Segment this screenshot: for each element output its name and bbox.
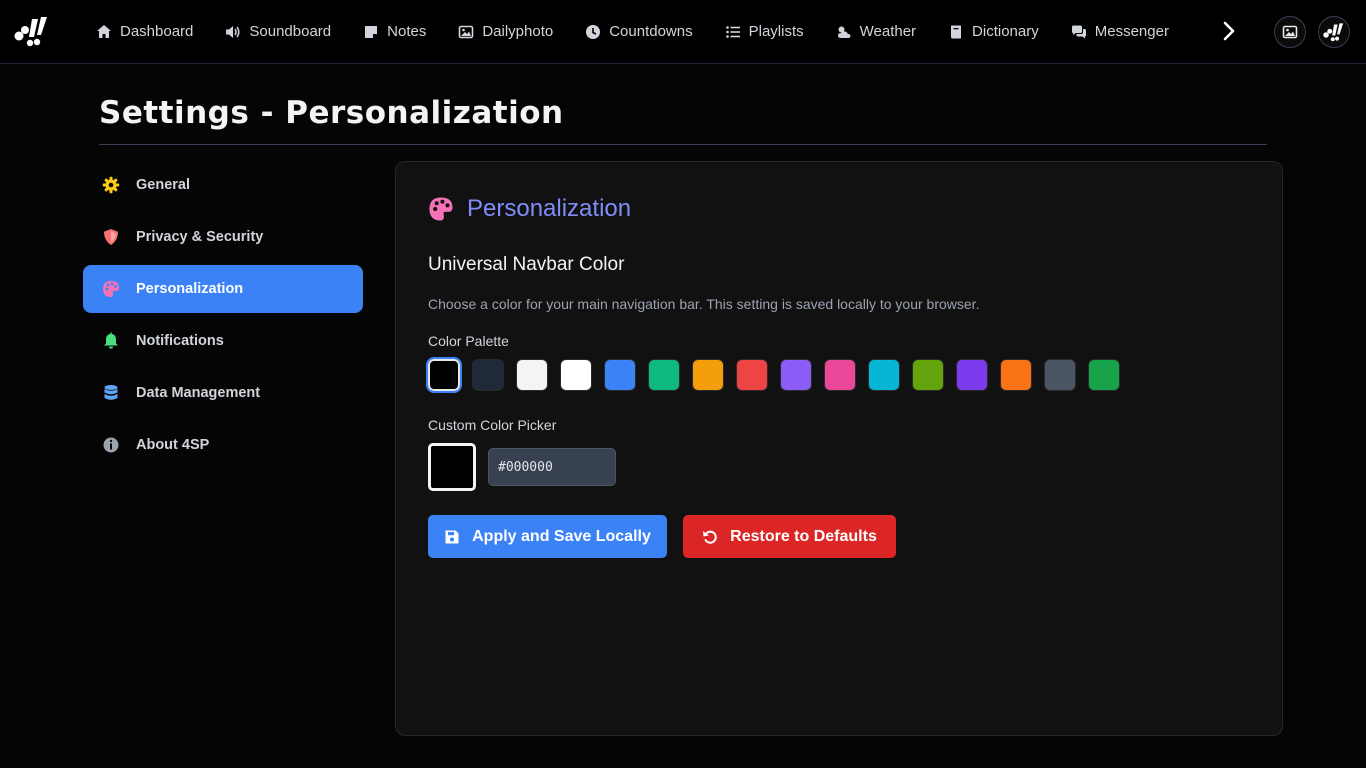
sidebar-item-label: Notifications [136, 333, 224, 349]
nav-tab-dailyphoto[interactable]: Dailyphoto [442, 14, 569, 50]
chat-icon [1071, 25, 1086, 38]
sidebar-item-notifications[interactable]: Notifications [83, 317, 363, 365]
personalization-panel: Personalization Universal Navbar Color C… [395, 161, 1283, 736]
color-swatch[interactable] [868, 359, 900, 391]
section-title: Universal Navbar Color [428, 254, 625, 275]
color-swatch[interactable] [692, 359, 724, 391]
sidebar-item-label: Personalization [136, 281, 244, 297]
color-swatch[interactable] [604, 359, 636, 391]
sidebar-item-privacy-security[interactable]: Privacy & Security [83, 213, 363, 261]
clock-icon [586, 24, 601, 39]
title-divider [99, 144, 1267, 145]
profile-avatar-button[interactable] [1318, 16, 1350, 48]
panel-header: Personalization [428, 195, 631, 223]
picker-label: Custom Color Picker [428, 417, 557, 433]
color-palette [426, 357, 1120, 393]
nav-tab-notes[interactable]: Notes [347, 14, 442, 50]
sidebar-item-label: About 4SP [136, 437, 210, 453]
nav-tab-playlists[interactable]: Playlists [709, 14, 820, 50]
note-icon [365, 25, 378, 38]
undo-icon [703, 530, 717, 544]
restore-defaults-button[interactable]: Restore to Defaults [683, 515, 896, 558]
palette-label: Color Palette [428, 333, 509, 349]
nav-tab-soundboard[interactable]: Soundboard [209, 14, 347, 50]
nav-tab-label: Weather [859, 23, 917, 40]
app-logo-icon[interactable] [14, 15, 50, 49]
nav-tab-label: Dashboard [120, 23, 194, 40]
color-swatch[interactable] [912, 359, 944, 391]
apply-save-button[interactable]: Apply and Save Locally [428, 515, 667, 558]
sidebar-item-general[interactable]: General [83, 161, 363, 209]
color-swatch[interactable] [472, 359, 504, 391]
page-title: Settings - Personalization [99, 95, 564, 131]
palette-icon [429, 197, 453, 221]
hex-color-input[interactable] [488, 448, 616, 486]
section-description: Choose a color for your main navigation … [428, 296, 980, 312]
nav-tab-label: Dictionary [972, 23, 1039, 40]
custom-color-picker[interactable] [428, 443, 476, 491]
chevron-right-icon[interactable] [1217, 19, 1241, 43]
panel-title: Personalization [467, 195, 632, 222]
navbar: Dashboard Soundboard Notes Dailyphoto Co… [0, 0, 1366, 64]
home-icon [97, 24, 111, 38]
color-swatch[interactable] [956, 359, 988, 391]
sidebar-item-label: Data Management [136, 385, 261, 401]
nav-tab-label: Messenger [1094, 23, 1169, 40]
nav-tab-dashboard[interactable]: Dashboard [80, 14, 209, 50]
color-swatch[interactable] [824, 359, 856, 391]
image-icon [1282, 25, 1298, 39]
color-swatch[interactable] [560, 359, 592, 391]
list-icon [725, 25, 740, 38]
color-swatch[interactable] [516, 359, 548, 391]
color-swatch[interactable] [1044, 359, 1076, 391]
gallery-button[interactable] [1274, 16, 1306, 48]
settings-sidebar: General Privacy & Security Personalizati… [83, 161, 363, 473]
color-swatch[interactable] [1000, 359, 1032, 391]
nav-tabs: Dashboard Soundboard Notes Dailyphoto Co… [80, 0, 1230, 63]
save-icon [445, 530, 459, 543]
sidebar-item-about[interactable]: About 4SP [83, 421, 363, 469]
color-swatch[interactable] [736, 359, 768, 391]
palette-icon [103, 281, 119, 297]
info-icon [103, 437, 119, 453]
nav-tab-messenger[interactable]: Messenger [1055, 14, 1185, 50]
gear-icon [102, 176, 120, 194]
app-logo-icon [1323, 22, 1344, 41]
image-icon [459, 25, 474, 38]
nav-tab-label: Soundboard [249, 23, 332, 40]
apply-save-label: Apply and Save Locally [472, 527, 651, 545]
color-swatch[interactable] [780, 359, 812, 391]
sidebar-item-data-management[interactable]: Data Management [83, 369, 363, 417]
nav-tab-label: Dailyphoto [482, 23, 554, 40]
database-icon [104, 385, 118, 400]
sidebar-item-personalization[interactable]: Personalization [83, 265, 363, 313]
nav-tab-label: Playlists [748, 23, 804, 40]
nav-tab-label: Notes [387, 23, 427, 40]
bell-icon [104, 332, 118, 349]
color-swatch[interactable] [426, 357, 462, 393]
color-swatch[interactable] [1088, 359, 1120, 391]
nav-tab-dictionary[interactable]: Dictionary [932, 14, 1055, 50]
sidebar-item-label: General [136, 177, 190, 193]
shield-icon [104, 229, 118, 245]
restore-defaults-label: Restore to Defaults [730, 527, 877, 545]
sidebar-item-label: Privacy & Security [136, 229, 264, 245]
color-swatch[interactable] [648, 359, 680, 391]
nav-tab-label: Countdowns [609, 23, 693, 40]
speaker-icon [226, 25, 240, 38]
nav-tab-countdowns[interactable]: Countdowns [569, 14, 708, 50]
nav-tab-weather[interactable]: Weather [820, 14, 932, 50]
cloud-sun-icon [837, 26, 851, 38]
book-icon [951, 25, 962, 38]
